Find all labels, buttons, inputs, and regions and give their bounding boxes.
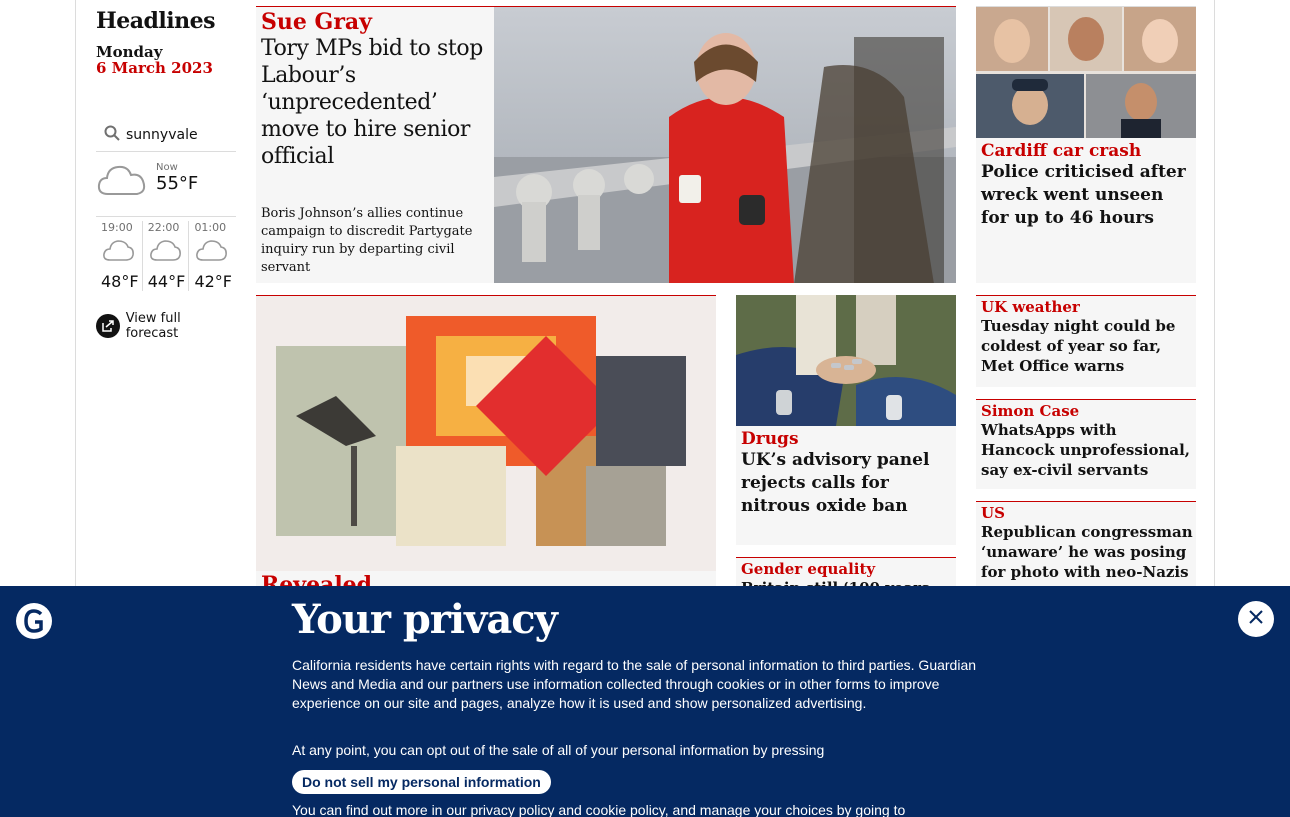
left-column: Headlines Monday 6 March 2023 sunnyvale … xyxy=(96,0,236,341)
privacy-text: California residents have certain rights… xyxy=(292,657,977,711)
cloudy-night-icon xyxy=(194,240,228,268)
forecast-time: 22:00 xyxy=(147,221,180,234)
main-story-kicker[interactable]: Sue Gray xyxy=(261,9,489,35)
us-story-kicker[interactable]: US xyxy=(981,504,1193,522)
forecast-temp: 44°F xyxy=(147,272,186,291)
case-story-headline[interactable]: WhatsApps with Hancock unprofessional, s… xyxy=(981,420,1193,480)
cloud-icon xyxy=(96,162,148,202)
main-story-image[interactable] xyxy=(494,7,956,283)
cardiff-story-image[interactable] xyxy=(976,7,1196,138)
main-story-standfirst: Boris Johnson’s allies continue campaign… xyxy=(261,206,473,275)
cardiff-story-headline[interactable]: Police criticised after wreck went unsee… xyxy=(981,161,1193,230)
revealed-story-image[interactable] xyxy=(256,296,716,571)
weather-widget: sunnyvale Now 55°F 19:00 48°F 22:00 44°F… xyxy=(96,125,236,341)
forecast-time: 01:00 xyxy=(194,221,227,234)
case-story-card[interactable]: Simon Case WhatsApps with Hancock unprof… xyxy=(976,399,1196,489)
guardian-logo-icon xyxy=(16,603,52,639)
drugs-story-image[interactable] xyxy=(736,295,956,426)
close-button[interactable] xyxy=(1238,601,1274,637)
date-full: 6 March 2023 xyxy=(96,59,213,77)
section-title: Headlines xyxy=(96,8,216,34)
weather-location-input[interactable]: sunnyvale xyxy=(126,127,198,143)
forecast-slot: 19:00 48°F xyxy=(96,221,143,291)
cloudy-night-icon xyxy=(101,240,135,268)
case-story-kicker[interactable]: Simon Case xyxy=(981,402,1193,420)
weather-story-card[interactable]: UK weather Tuesday night could be coldes… xyxy=(976,295,1196,387)
weather-now-label: Now xyxy=(156,162,178,173)
weather-location[interactable]: sunnyvale xyxy=(96,125,236,152)
forecast-slot: 22:00 44°F xyxy=(143,221,190,291)
view-full-forecast-label[interactable]: View full forecast xyxy=(126,311,236,341)
gender-story-kicker[interactable]: Gender equality xyxy=(741,560,953,578)
cardiff-story-kicker[interactable]: Cardiff car crash xyxy=(981,141,1193,161)
privacy-banner: Your privacy California residents have c… xyxy=(0,586,1290,817)
weather-forecast: 19:00 48°F 22:00 44°F 01:00 42°F xyxy=(96,217,236,291)
main-story-headline[interactable]: Tory MPs bid to stop Labour’s ‘unprecede… xyxy=(261,35,489,170)
us-story-card[interactable]: US Republican congressman ‘unaware’ he w… xyxy=(976,501,1196,586)
view-full-forecast-link[interactable]: View full forecast xyxy=(96,311,236,341)
forecast-temp: 48°F xyxy=(101,272,139,291)
weather-story-kicker[interactable]: UK weather xyxy=(981,298,1193,316)
gender-story-card[interactable]: Gender equality Britain still ‘100 years… xyxy=(736,557,956,586)
forecast-time: 19:00 xyxy=(101,221,133,234)
drugs-story-card[interactable]: Drugs UK’s advisory panel rejects calls … xyxy=(736,295,956,545)
drugs-story-headline[interactable]: UK’s advisory panel rejects calls for ni… xyxy=(741,449,953,518)
forecast-temp: 42°F xyxy=(194,272,232,291)
weather-now: Now 55°F xyxy=(96,152,236,217)
main-story-card[interactable]: Sue Gray Tory MPs bid to stop Labour’s ‘… xyxy=(256,6,956,283)
gender-story-headline[interactable]: Britain still ‘100 years away’ xyxy=(741,578,953,586)
privacy-more-text[interactable]: You can find out more in our privacy pol… xyxy=(292,802,997,817)
privacy-title: Your privacy xyxy=(292,596,558,643)
revealed-story-card[interactable]: Revealed xyxy=(256,295,716,586)
close-icon xyxy=(1248,609,1264,629)
weather-now-temp: 55°F xyxy=(156,173,199,194)
drugs-story-kicker[interactable]: Drugs xyxy=(741,429,953,449)
cardiff-story-card[interactable]: Cardiff car crash Police criticised afte… xyxy=(976,6,1196,283)
privacy-opt-out-text: At any point, you can opt out of the sal… xyxy=(292,742,825,758)
search-icon xyxy=(104,125,120,145)
do-not-sell-button[interactable]: Do not sell my personal information xyxy=(292,770,551,794)
revealed-story-kicker[interactable]: Revealed xyxy=(261,572,372,586)
weather-story-headline[interactable]: Tuesday night could be coldest of year s… xyxy=(981,316,1193,376)
forecast-slot: 01:00 42°F xyxy=(189,221,236,291)
date-day: Monday xyxy=(96,43,163,61)
external-link-icon xyxy=(96,314,120,338)
cloudy-night-icon xyxy=(148,240,182,268)
us-story-headline[interactable]: Republican congressman ‘unaware’ he was … xyxy=(981,522,1193,582)
